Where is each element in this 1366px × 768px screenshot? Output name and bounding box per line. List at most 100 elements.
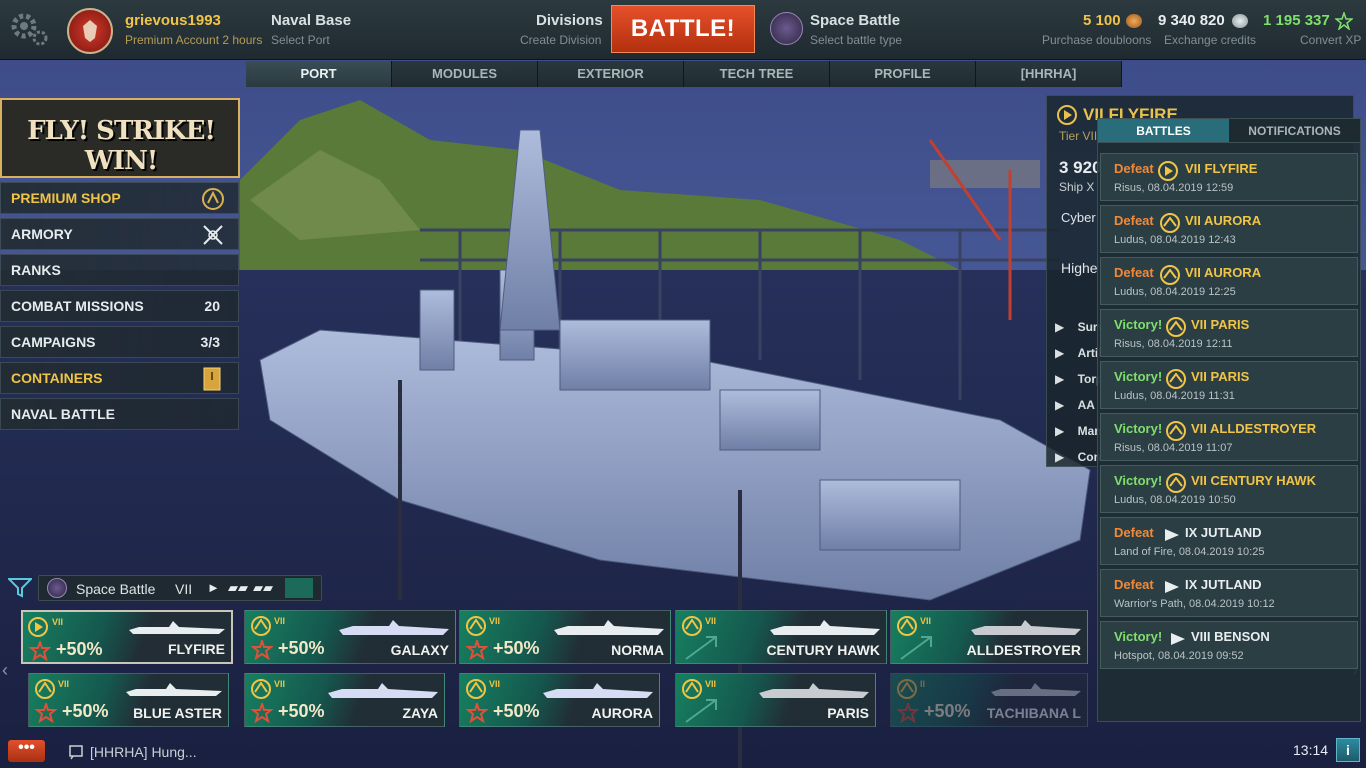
port-name[interactable]: Naval Base xyxy=(271,12,351,29)
clan-emblem-icon[interactable] xyxy=(67,8,113,54)
ship-card-aurora[interactable]: VII +50% AURORA xyxy=(459,673,660,727)
filter-pill[interactable]: Space Battle VII ► ▰▰ ▰▰ xyxy=(38,575,322,601)
battleship-class-icon: ▰▰ xyxy=(253,580,273,595)
menu-label: NAVAL BATTLE xyxy=(11,406,115,422)
tab-port[interactable]: PORT xyxy=(246,61,392,87)
ship-card-paris[interactable]: VII PARIS xyxy=(675,673,876,727)
ship-xp-label: Ship X xyxy=(1059,180,1095,194)
tab-clan[interactable]: [HHRHA] xyxy=(976,61,1122,87)
tier-badge-icon xyxy=(1166,317,1186,337)
history-row[interactable]: Defeat IX JUTLAND Warrior's Path, 08.04.… xyxy=(1100,569,1358,617)
xp-bonus-star-icon xyxy=(466,640,488,660)
battle-result: Victory! xyxy=(1114,629,1163,644)
purchase-doubloons-link[interactable]: Purchase doubloons xyxy=(1042,33,1151,47)
settings-gear-icon[interactable] xyxy=(10,10,50,46)
history-row[interactable]: Victory! VII PARIS Risus, 08.04.2019 12:… xyxy=(1100,309,1358,357)
menu-label: CAMPAIGNS xyxy=(11,334,96,350)
chat-message-preview[interactable]: [HHRHA] Hung... xyxy=(90,744,197,760)
battle-meta: Ludus, 08.04.2019 12:25 xyxy=(1114,286,1236,298)
ship-card-galaxy[interactable]: VII +50% GALAXY xyxy=(244,610,456,664)
history-row[interactable]: Defeat VII AURORA Ludus, 08.04.2019 12:4… xyxy=(1100,205,1358,253)
battle-meta: Risus, 08.04.2019 11:07 xyxy=(1114,442,1233,454)
tab-modules[interactable]: MODULES xyxy=(392,61,538,87)
ship-card-norma[interactable]: VII +50% NORMA xyxy=(459,610,671,664)
ship-tier: VII xyxy=(52,617,64,627)
history-row[interactable]: Victory! VII PARIS Ludus, 08.04.2019 11:… xyxy=(1100,361,1358,409)
elite-status-arrow-icon xyxy=(685,636,717,660)
menu-naval-battle[interactable]: NAVAL BATTLE xyxy=(0,398,239,430)
ship-card-flyfire[interactable]: VII +50% FLYFIRE xyxy=(21,610,233,664)
cruiser-class-icon: ▰▰ xyxy=(228,580,248,595)
tab-profile[interactable]: PROFILE xyxy=(830,61,976,87)
history-row[interactable]: Defeat IX JUTLAND Land of Fire, 08.04.20… xyxy=(1100,517,1358,565)
battle-result: Defeat xyxy=(1114,213,1154,228)
history-row[interactable]: Victory! VIII BENSON Hotspot, 08.04.2019… xyxy=(1100,621,1358,669)
ship-card-blue-aster[interactable]: VII +50% BLUE ASTER xyxy=(28,673,229,727)
history-row[interactable]: Victory! VII CENTURY HAWK Ludus, 08.04.2… xyxy=(1100,465,1358,513)
filter-funnel-icon[interactable] xyxy=(8,578,32,598)
ship-name: GALAXY xyxy=(390,642,449,658)
convert-xp-link[interactable]: Convert XP xyxy=(1300,33,1361,47)
carousel-filter-bar: Space Battle VII ► ▰▰ ▰▰ xyxy=(0,574,322,602)
tier-badge-icon xyxy=(1166,473,1186,493)
ship-card-century-hawk[interactable]: VII CENTURY HAWK xyxy=(675,610,887,664)
tab-battles[interactable]: BATTLES xyxy=(1098,119,1229,143)
menu-containers[interactable]: CONTAINERS xyxy=(0,362,239,394)
select-battle-type-link[interactable]: Select battle type xyxy=(810,33,902,47)
ship-card-tachibana[interactable]: II +50% TACHIBANA L xyxy=(890,673,1088,727)
tab-notifications[interactable]: NOTIFICATIONS xyxy=(1229,119,1360,143)
ship-silhouette-icon xyxy=(971,620,1081,635)
tier-badge-icon xyxy=(35,679,55,699)
ship-name: NORMA xyxy=(611,642,664,658)
menu-combat-missions[interactable]: COMBAT MISSIONS 20 xyxy=(0,290,239,322)
divisions-label[interactable]: Divisions xyxy=(536,12,603,29)
xp-bonus-star-icon xyxy=(897,703,919,723)
menu-armory[interactable]: ARMORY xyxy=(0,218,239,250)
battle-meta: Ludus, 08.04.2019 10:50 xyxy=(1114,494,1236,506)
username[interactable]: grievous1993 xyxy=(125,12,221,29)
battle-type-label[interactable]: Space Battle xyxy=(810,12,900,29)
battle-result: Defeat xyxy=(1114,161,1154,176)
menu-ranks[interactable]: RANKS xyxy=(0,254,239,286)
clock: 13:14 xyxy=(1293,742,1329,758)
ship-tier: VII xyxy=(274,616,286,626)
battle-result: Victory! xyxy=(1114,369,1163,384)
menu-premium-shop[interactable]: PREMIUM SHOP xyxy=(0,182,239,214)
account-status[interactable]: Premium Account 2 hours xyxy=(125,33,262,47)
history-row[interactable]: Defeat VII FLYFIRE Risus, 08.04.2019 12:… xyxy=(1100,153,1358,201)
history-tabs: BATTLES NOTIFICATIONS xyxy=(1098,119,1360,143)
premium-icon xyxy=(202,188,224,210)
ship-card-zaya[interactable]: VII +50% ZAYA xyxy=(244,673,445,727)
doubloons-icon xyxy=(1126,14,1142,28)
ship-card-alldestroyer[interactable]: VII ALLDESTROYER xyxy=(890,610,1088,664)
module-row-artillery[interactable]: ▶ Artil xyxy=(1055,346,1102,360)
tier-badge-icon xyxy=(1160,265,1180,285)
battle-button[interactable]: BATTLE! xyxy=(611,5,755,53)
highest-label: Highe xyxy=(1061,260,1098,276)
tier-badge-icon xyxy=(466,616,486,636)
battle-meta: Land of Fire, 08.04.2019 10:25 xyxy=(1114,546,1265,558)
select-port-link[interactable]: Select Port xyxy=(271,33,330,47)
xp-bonus-star-icon xyxy=(29,641,51,661)
history-row[interactable]: Defeat VII AURORA Ludus, 08.04.2019 12:2… xyxy=(1100,257,1358,305)
carousel-left-arrow-icon[interactable]: ‹ xyxy=(2,660,8,681)
xp-bonus: +50% xyxy=(924,701,971,721)
menu-campaigns[interactable]: CAMPAIGNS 3/3 xyxy=(0,326,239,358)
chat-channel-icon[interactable] xyxy=(68,744,84,760)
tier-badge-icon xyxy=(1166,369,1186,389)
module-row-maneuverability[interactable]: ▶ Man xyxy=(1055,424,1102,438)
promo-banner-text: FLY! STRIKE! WIN! xyxy=(27,116,216,176)
module-row-aa[interactable]: ▶ AA xyxy=(1055,398,1095,412)
tab-exterior[interactable]: EXTERIOR xyxy=(538,61,684,87)
info-button[interactable]: i xyxy=(1336,738,1360,762)
module-row-concealment[interactable]: ▶ Con xyxy=(1055,450,1101,464)
tab-tech-tree[interactable]: TECH TREE xyxy=(684,61,830,87)
promo-banner[interactable]: FLY! STRIKE! WIN! xyxy=(0,98,240,178)
battle-meta: Warrior's Path, 08.04.2019 10:12 xyxy=(1114,598,1275,610)
create-division-link[interactable]: Create Division xyxy=(520,33,601,47)
exchange-credits-link[interactable]: Exchange credits xyxy=(1164,33,1256,47)
history-row[interactable]: Victory! VII ALLDESTROYER Risus, 08.04.2… xyxy=(1100,413,1358,461)
space-battle-mode-icon[interactable] xyxy=(770,12,803,45)
commander-name[interactable]: Cyber xyxy=(1061,210,1096,225)
chat-button[interactable]: ••• xyxy=(8,740,45,762)
